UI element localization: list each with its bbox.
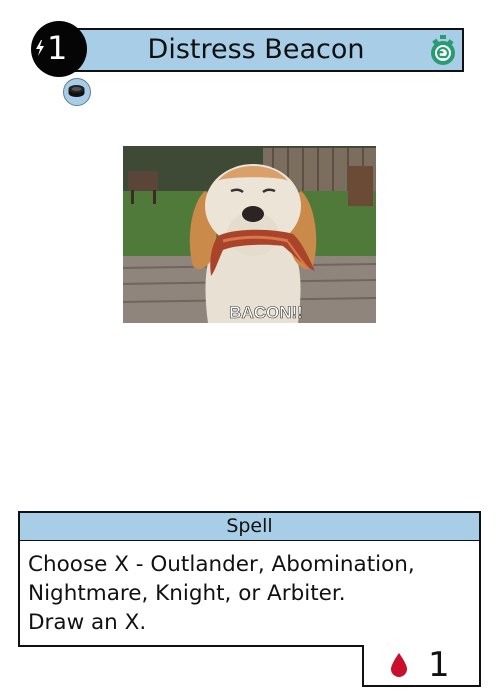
rules-text-line: Nightmare, Knight, or Arbiter. [28, 581, 346, 606]
blood-drop-icon [391, 653, 407, 677]
stopwatch-icon [431, 35, 455, 65]
stat-value: 1 [428, 645, 450, 685]
type-line: Spell [18, 511, 481, 542]
cost-badge: 1 [31, 21, 87, 77]
stat-box: 1 [362, 645, 481, 687]
card-art: BACON!! [123, 146, 376, 323]
dog-with-bacon-image: BACON!! [123, 146, 376, 323]
card-title: Distress Beacon [147, 34, 365, 65]
rules-text-line: Choose X - Outlander, Abomination, [28, 552, 415, 577]
subtype-badge [63, 78, 91, 106]
rules-text-box: Choose X - Outlander, Abomination, Night… [18, 541, 481, 647]
cost-value: 1 [47, 29, 68, 67]
lightning-bolt-icon [36, 40, 44, 56]
disc-icon [68, 85, 85, 97]
title-bar: Distress Beacon [62, 28, 464, 72]
speed-indicator [424, 30, 462, 70]
rules-text-line: Draw an X. [28, 610, 147, 635]
art-caption: BACON!! [229, 303, 303, 322]
